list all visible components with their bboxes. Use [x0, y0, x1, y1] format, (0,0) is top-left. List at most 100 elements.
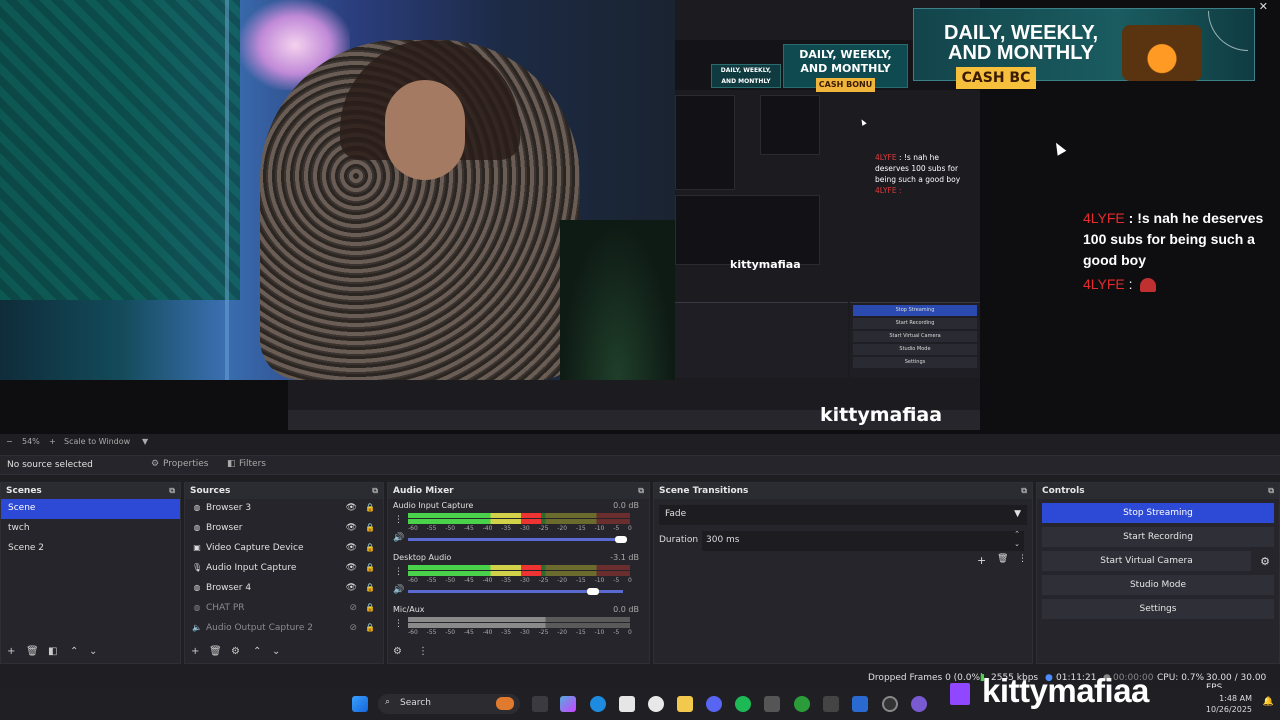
trash-icon[interactable]: 🗑: [26, 646, 39, 657]
folder-icon[interactable]: [677, 696, 693, 712]
eye-icon[interactable]: 👁: [346, 523, 357, 533]
source-item[interactable]: 🎙 Audio Input Capture 👁 🔒: [185, 559, 383, 579]
audio-mixer-dock: Audio Mixer ⧉ Audio Input Capture 0.0 dB…: [387, 482, 650, 664]
add-icon[interactable]: +: [191, 646, 199, 657]
start-virtual-camera-button[interactable]: Start Virtual Camera: [1042, 551, 1251, 571]
volume-knob[interactable]: [587, 588, 600, 595]
notification-icon[interactable]: 🔔: [1263, 697, 1274, 707]
nested-chat-reply: 4LYFE :: [875, 186, 902, 195]
eye-hidden-icon[interactable]: ⊘: [349, 603, 357, 613]
filter-icon[interactable]: ◧: [227, 459, 236, 469]
speaker-icon[interactable]: 🔊: [393, 585, 404, 595]
volume-slider[interactable]: [408, 536, 627, 543]
source-item[interactable]: ◍ Browser 3 👁 🔒: [185, 499, 383, 519]
spin-down-icon[interactable]: ⌄: [1014, 540, 1020, 548]
preview-canvas[interactable]: DAILY, WEEKLY, AND MONTHLY DAILY, WEEKLY…: [0, 0, 1280, 434]
chevron-up-icon[interactable]: ⌃: [70, 646, 78, 657]
eye-icon[interactable]: 👁: [346, 563, 357, 573]
db-tick-label: -55: [426, 577, 437, 584]
stop-streaming-button[interactable]: Stop Streaming: [1042, 503, 1274, 523]
chevron-up-icon[interactable]: ⌃: [253, 646, 261, 657]
kebab-icon[interactable]: ⋮: [418, 646, 428, 657]
trash-icon[interactable]: 🗑: [997, 554, 1008, 564]
settings-app-icon[interactable]: [764, 696, 780, 712]
gear-icon[interactable]: ⚙: [1260, 555, 1270, 568]
taskbar-search[interactable]: ⌕ Search: [378, 694, 520, 714]
start-recording-button[interactable]: Start Recording: [1042, 527, 1274, 547]
duration-input[interactable]: 300 ms ⌃ ⌄: [702, 530, 1024, 551]
eye-icon[interactable]: 👁: [346, 543, 357, 553]
scene-item[interactable]: twch: [1, 519, 180, 539]
properties-button[interactable]: Properties: [163, 459, 208, 469]
filter-icon[interactable]: ◧: [48, 646, 57, 657]
xbox-icon[interactable]: [794, 696, 810, 712]
terminal-icon[interactable]: [823, 696, 839, 712]
maps-icon[interactable]: [648, 696, 664, 712]
popout-icon[interactable]: ⧉: [638, 486, 644, 496]
popout-icon[interactable]: ⧉: [1021, 486, 1027, 496]
popout-icon[interactable]: ⧉: [1268, 486, 1274, 496]
chevron-down-icon[interactable]: ⌄: [89, 646, 97, 657]
source-item[interactable]: ◍ CHAT PR ⊘ 🔒: [185, 599, 383, 619]
lock-icon[interactable]: 🔒: [365, 583, 375, 592]
scene-item[interactable]: Scene 2: [1, 539, 180, 559]
mixer-channel-db: -3.1 dB: [610, 553, 639, 562]
discord-icon[interactable]: [706, 696, 722, 712]
spin-up-icon[interactable]: ⌃: [1014, 530, 1020, 538]
gear-icon[interactable]: ⚙: [393, 646, 402, 657]
task-view-icon[interactable]: [532, 696, 548, 712]
kebab-icon[interactable]: ⋮: [1018, 554, 1027, 564]
gear-icon[interactable]: ⚙: [151, 459, 159, 469]
source-item[interactable]: ◍ Browser 4 👁 🔒: [185, 579, 383, 599]
chevron-down-icon[interactable]: ⌄: [272, 646, 280, 657]
spotify-icon[interactable]: [735, 696, 751, 712]
chevron-down-icon[interactable]: ▼: [1014, 509, 1021, 519]
filters-button[interactable]: Filters: [239, 459, 266, 469]
source-item[interactable]: ▣ Video Capture Device 👁 🔒: [185, 539, 383, 559]
windows-start-icon[interactable]: [352, 696, 368, 712]
source-item[interactable]: 🔈 Audio Output Capture 2 ⊘ 🔒: [185, 619, 383, 639]
gear-icon[interactable]: ⚙: [231, 646, 240, 657]
db-tick-label: -5: [613, 629, 620, 636]
volume-knob[interactable]: [615, 536, 627, 543]
obs-icon[interactable]: [882, 696, 898, 712]
db-tick-label: -5: [613, 577, 620, 584]
level-meter: [408, 519, 630, 524]
settings-button[interactable]: Settings: [1042, 599, 1274, 619]
zoom-scale-select[interactable]: Scale to Window: [64, 437, 130, 446]
add-icon[interactable]: +: [7, 646, 15, 657]
copilot-icon[interactable]: [560, 696, 576, 712]
add-icon[interactable]: +: [977, 554, 986, 567]
app-icon[interactable]: [852, 696, 868, 712]
kebab-icon[interactable]: ⋮: [394, 515, 403, 525]
popout-icon[interactable]: ⧉: [169, 486, 175, 496]
db-tick-label: -30: [519, 577, 530, 584]
zoom-in-button[interactable]: +: [49, 437, 56, 446]
source-item[interactable]: ◍ Browser 👁 🔒: [185, 519, 383, 539]
lock-icon[interactable]: 🔒: [365, 603, 375, 612]
lock-icon[interactable]: 🔒: [365, 503, 375, 512]
kebab-icon[interactable]: ⋮: [394, 619, 403, 629]
transition-select[interactable]: Fade ▼: [659, 505, 1027, 525]
volume-slider[interactable]: [408, 588, 623, 595]
speaker-icon[interactable]: 🔊: [393, 533, 404, 543]
studio-mode-button[interactable]: Studio Mode: [1042, 575, 1274, 595]
popout-icon[interactable]: ⧉: [372, 486, 378, 496]
close-icon[interactable]: ✕: [1259, 0, 1268, 13]
lock-icon[interactable]: 🔒: [365, 623, 375, 632]
kebab-icon[interactable]: ⋮: [394, 567, 403, 577]
eye-icon[interactable]: 👁: [346, 583, 357, 593]
eye-icon[interactable]: 👁: [346, 503, 357, 513]
lock-icon[interactable]: 🔒: [365, 523, 375, 532]
zoom-out-button[interactable]: −: [6, 437, 13, 446]
lock-icon[interactable]: 🔒: [365, 563, 375, 572]
store-icon[interactable]: [619, 696, 635, 712]
trash-icon[interactable]: 🗑: [209, 646, 222, 657]
edge-icon[interactable]: [590, 696, 606, 712]
eye-hidden-icon[interactable]: ⊘: [349, 623, 357, 633]
virtual-camera-row: Start Virtual Camera ⚙: [1037, 551, 1279, 571]
scene-item[interactable]: Scene: [1, 499, 180, 519]
chevron-down-icon[interactable]: ▼: [142, 437, 148, 446]
chat-app-icon[interactable]: [911, 696, 927, 712]
lock-icon[interactable]: 🔒: [365, 543, 375, 552]
